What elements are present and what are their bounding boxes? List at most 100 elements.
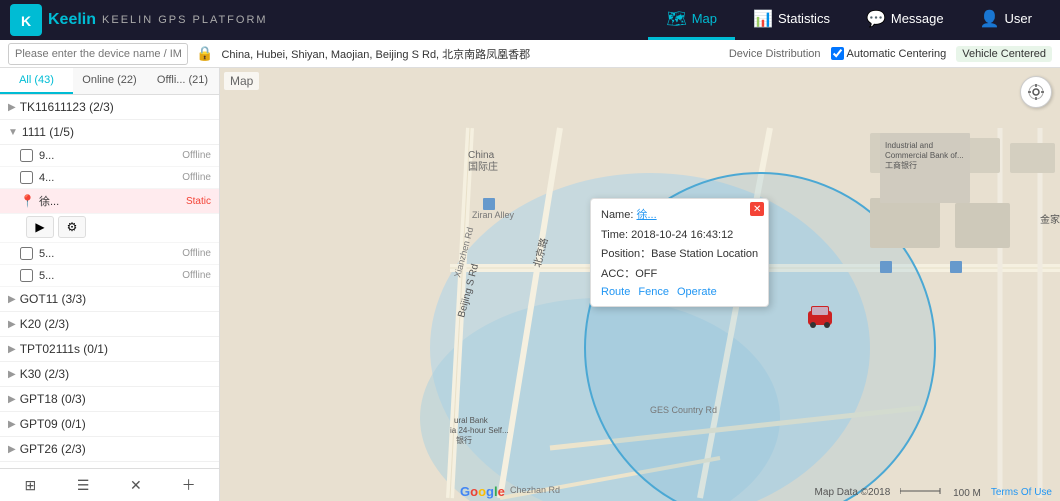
group-arrow-gpt26: ▶ <box>8 444 16 455</box>
main: All (43) Online (22) Offli... (21) ▶ TK1… <box>0 68 1060 501</box>
map-terms[interactable]: Terms Of Use <box>991 487 1052 498</box>
popup-operate-link[interactable]: Operate <box>677 286 717 298</box>
popup-position-line: Position：Base Station Location <box>601 246 758 263</box>
device-item-9[interactable]: 9... Offline <box>0 145 219 167</box>
popup-time-line: Time: 2018-10-24 16:43:12 <box>601 227 758 244</box>
tab-offline[interactable]: Offli... (21) <box>146 68 219 94</box>
group-name-gpt26: GPT26 (2/3) <box>20 442 211 456</box>
sidebar-tab-bar: All (43) Online (22) Offli... (21) <box>0 68 219 95</box>
device-status-5b: Offline <box>182 270 211 281</box>
locate-icon <box>1027 83 1045 101</box>
popup-time-label: Time: <box>601 229 631 241</box>
group-arrow-gpt09: ▶ <box>8 419 16 430</box>
popup-acc-value: ACC：OFF <box>601 268 657 280</box>
play-btn-xu[interactable]: ▶ <box>26 216 54 238</box>
google-o1: o <box>470 484 478 499</box>
auto-centering-checkbox-label[interactable]: Automatic Centering <box>831 47 947 60</box>
footer-btn-remove[interactable]: ✕ <box>114 473 159 497</box>
device-checkbox-4[interactable] <box>20 171 33 184</box>
group-gpt26[interactable]: ▶ GPT26 (2/3) <box>0 437 219 462</box>
group-tpt02111s[interactable]: ▶ TPT02111s (0/1) <box>0 337 219 362</box>
scale-bar <box>900 486 950 496</box>
locate-button[interactable] <box>1020 76 1052 108</box>
device-name-9: 9... <box>39 150 182 162</box>
device-controls-xu: ▶ ⚙ <box>0 214 219 243</box>
logo-area: K Keelin KEELIN GPS PLATFORM <box>10 4 268 36</box>
map-scale-label: 100 M <box>900 486 981 499</box>
group-name-1111: 1111 (1/5) <box>22 125 211 139</box>
map-controls <box>1020 76 1052 108</box>
footer-btn-list[interactable]: ☰ <box>61 473 106 497</box>
tab-all[interactable]: All (43) <box>0 68 73 94</box>
sidebar-footer: ⊞ ☰ ✕ ＋ <box>0 468 219 501</box>
header-nav: 🗺 Map 📊 Statistics 💬 Message 👤 User <box>648 0 1050 40</box>
group-name-tk11611123: TK11611123 (2/3) <box>20 100 211 114</box>
nav-map[interactable]: 🗺 Map <box>648 0 735 40</box>
group-arrow-k20: ▶ <box>8 319 16 330</box>
popup-close-btn[interactable]: ✕ <box>750 202 764 216</box>
group-arrow-got11: ▶ <box>8 294 16 305</box>
toolbar-address: China, Hubei, Shiyan, Maojian, Beijing S… <box>221 46 720 62</box>
map-area[interactable]: China 国际庄 Beijing S Rd Beijing S Rd 北京路 … <box>220 68 1060 501</box>
popup-route-link[interactable]: Route <box>601 286 630 298</box>
group-name-k30: K30 (2/3) <box>20 367 211 381</box>
footer-btn-grid[interactable]: ⊞ <box>8 473 53 497</box>
google-g2: g <box>486 484 494 499</box>
svg-text:国际庄: 国际庄 <box>468 160 498 173</box>
search-input[interactable] <box>8 43 188 65</box>
nav-map-label: Map <box>692 11 717 26</box>
popup-name-value[interactable]: 徐... <box>636 209 656 221</box>
group-k30[interactable]: ▶ K30 (2/3) <box>0 362 219 387</box>
vehicle-centered-label[interactable]: Vehicle Centered <box>956 46 1052 62</box>
device-checkbox-5b[interactable] <box>20 269 33 282</box>
nav-statistics[interactable]: 📊 Statistics <box>735 0 848 40</box>
device-name-5b: 5... <box>39 270 182 282</box>
nav-message[interactable]: 💬 Message <box>848 0 962 40</box>
tab-online[interactable]: Online (22) <box>73 68 146 94</box>
group-tk11611123[interactable]: ▶ TK11611123 (2/3) <box>0 95 219 120</box>
group-k20[interactable]: ▶ K20 (2/3) <box>0 312 219 337</box>
google-o2: o <box>478 484 486 499</box>
device-name-5a: 5... <box>39 248 182 260</box>
logo-text: Keelin <box>48 11 96 29</box>
popup-actions: Route Fence Operate <box>601 286 758 298</box>
vehicle-popup: ✕ Name: 徐... Time: 2018-10-24 16:43:12 P… <box>590 198 769 307</box>
footer-btn-add[interactable]: ＋ <box>166 473 211 497</box>
keelin-logo-icon: K <box>10 4 42 36</box>
nav-statistics-label: Statistics <box>778 11 830 26</box>
header: K Keelin KEELIN GPS PLATFORM 🗺 Map 📊 Sta… <box>0 0 1060 40</box>
group-name-gpt18: GPT18 (0/3) <box>20 392 211 406</box>
device-item-5a[interactable]: 5... Offline <box>0 243 219 265</box>
group-name-k20: K20 (2/3) <box>20 317 211 331</box>
device-status-xu: Static <box>186 196 211 207</box>
group-name-got11: GOT11 (3/3) <box>20 292 211 306</box>
device-checkbox-9[interactable] <box>20 149 33 162</box>
map-copyright: Map Data ©2018 <box>815 487 891 498</box>
settings-btn-xu[interactable]: ⚙ <box>58 216 86 238</box>
group-gpt09[interactable]: ▶ GPT09 (0/1) <box>0 412 219 437</box>
device-checkbox-5a[interactable] <box>20 247 33 260</box>
svg-text:Industrial and: Industrial and <box>885 141 933 150</box>
group-gpt18[interactable]: ▶ GPT18 (0/3) <box>0 387 219 412</box>
popup-fence-link[interactable]: Fence <box>638 286 669 298</box>
group-arrow-gpt18: ▶ <box>8 394 16 405</box>
lock-icon[interactable]: 🔒 <box>196 45 213 62</box>
svg-text:ural Bank: ural Bank <box>454 416 489 425</box>
device-item-4[interactable]: 4... Offline <box>0 167 219 189</box>
device-item-5b[interactable]: 5... Offline <box>0 265 219 287</box>
device-status-9: Offline <box>182 150 211 161</box>
device-item-xu[interactable]: 📍 徐... Static <box>0 189 219 214</box>
svg-text:金家庄: 金家庄 <box>1040 213 1060 226</box>
auto-centering-checkbox[interactable] <box>831 47 844 60</box>
popup-name-label: Name: <box>601 209 636 221</box>
popup-position-value: Base Station Location <box>651 248 758 260</box>
group-1111[interactable]: ▼ 1111 (1/5) <box>0 120 219 145</box>
svg-text:K: K <box>21 13 31 29</box>
popup-acc-line: ACC：OFF <box>601 266 758 283</box>
statistics-nav-icon: 📊 <box>753 9 773 29</box>
map-nav-icon: 🗺 <box>666 9 686 29</box>
svg-text:China: China <box>468 150 495 161</box>
nav-user[interactable]: 👤 User <box>962 0 1050 40</box>
group-arrow-tpt02111s: ▶ <box>8 344 16 355</box>
group-got11[interactable]: ▶ GOT11 (3/3) <box>0 287 219 312</box>
